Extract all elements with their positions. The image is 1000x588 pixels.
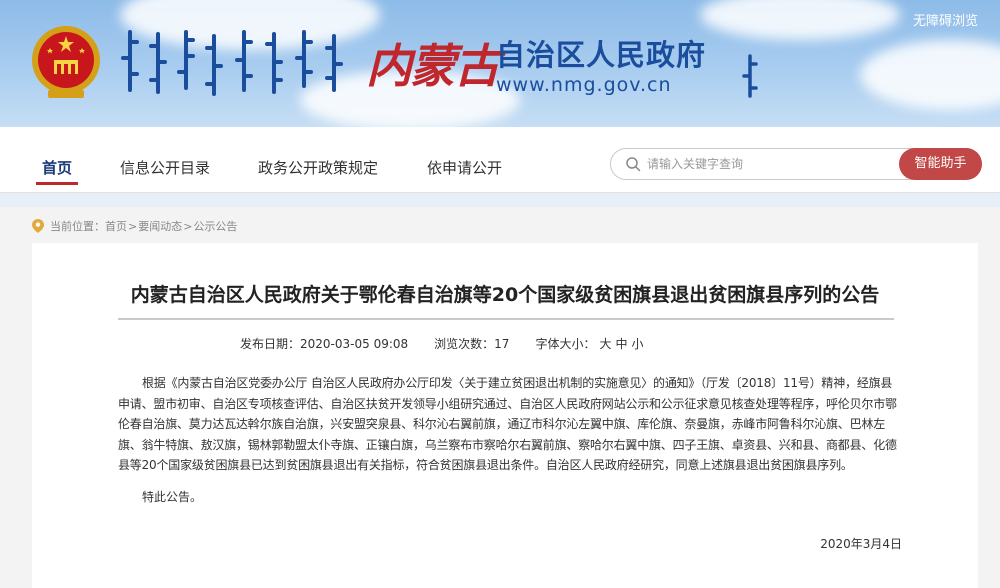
nav-item-policy-rules[interactable]: 政务公开政策规定: [258, 127, 378, 193]
article-closing: 特此公告。: [142, 490, 203, 504]
font-size-small[interactable]: 小: [632, 337, 644, 351]
site-url: www.nmg.gov.cn: [496, 74, 672, 96]
title-divider: [118, 318, 894, 320]
article-card: 内蒙古自治区人民政府关于鄂伦春自治旗等20个国家级贫困旗县退出贫困旗县序列的公告…: [32, 243, 978, 588]
nav-item-home[interactable]: 首页: [35, 127, 79, 193]
font-size-label: 字体大小：: [535, 337, 596, 351]
breadcrumb-separator: >: [128, 219, 138, 233]
nav-divider-strip: [0, 193, 1000, 207]
breadcrumb: 当前位置： 首页 > 要闻动态 > 公示公告: [32, 218, 237, 234]
publish-date-label: 发布日期：: [240, 337, 301, 351]
breadcrumb-prefix: 当前位置：: [50, 220, 105, 233]
views-label: 浏览次数：: [434, 337, 495, 351]
search-input[interactable]: [647, 149, 897, 179]
mongolian-script-icon: [742, 54, 758, 98]
location-pin-icon: [32, 219, 44, 233]
article-date: 2020年3月4日: [820, 537, 902, 551]
header-banner: 内蒙古 自治区人民政府 www.nmg.gov.cn 无障碍浏览: [0, 0, 1000, 127]
site-title: 自治区人民政府: [496, 38, 707, 72]
breadcrumb-separator: >: [183, 219, 193, 233]
article-body: 根据《内蒙古自治区党委办公厅 自治区人民政府办公厅印发〈关于建立贫困退出机制的实…: [118, 376, 897, 472]
nav-item-info-catalog[interactable]: 信息公开目录: [120, 127, 210, 193]
breadcrumb-item-notices[interactable]: 公示公告: [193, 218, 237, 234]
publish-date: 2020-03-05 09:08: [300, 337, 409, 351]
article-title: 内蒙古自治区人民政府关于鄂伦春自治旗等20个国家级贫困旗县退出贫困旗县序列的公告: [130, 284, 880, 306]
article-meta: 发布日期：2020-03-05 09:08 浏览次数：17 字体大小：大中小: [240, 335, 644, 352]
smart-assistant-button[interactable]: 智能助手: [899, 148, 982, 180]
cloud-decoration: [700, 0, 900, 40]
font-size-large[interactable]: 大: [599, 337, 611, 351]
breadcrumb-item-home[interactable]: 首页: [105, 218, 127, 234]
breadcrumb-item-news[interactable]: 要闻动态: [138, 218, 182, 234]
cloud-decoration: [860, 40, 1000, 110]
mongolian-script-icon: [121, 30, 343, 96]
search-icon[interactable]: [625, 156, 641, 172]
views-count: 17: [494, 337, 510, 351]
national-emblem-icon: [32, 26, 100, 98]
font-size-medium[interactable]: 中: [615, 337, 627, 351]
nav-item-request-disclosure[interactable]: 依申请公开: [427, 127, 502, 193]
accessibility-link[interactable]: 无障碍浏览: [913, 10, 978, 29]
brand-calligraphy: 内蒙古: [366, 39, 500, 93]
